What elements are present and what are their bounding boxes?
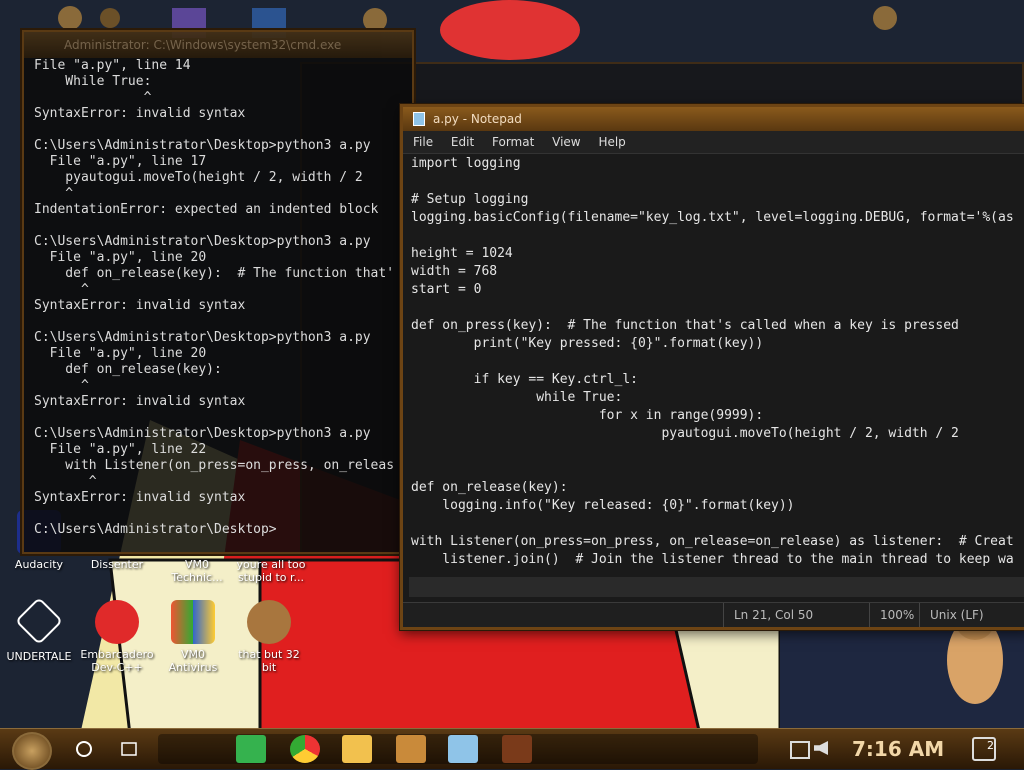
- dev-cpp-icon: [95, 600, 139, 644]
- text-editor[interactable]: import logging # Setup logging logging.b…: [411, 155, 1024, 567]
- console-window[interactable]: Administrator: C:\Windows\system32\cmd.e…: [22, 30, 414, 554]
- photos-icon[interactable]: [396, 735, 426, 763]
- notepad-menubar: File Edit Format View Help: [403, 131, 1024, 154]
- circle-icon: [76, 741, 92, 757]
- shield-icon: [171, 600, 215, 644]
- notification-icon[interactable]: 2: [972, 737, 996, 761]
- desktop-icon-label: Embarcadero Dev-C++: [80, 648, 154, 674]
- desktop-icon-undertale[interactable]: UNDERTALE: [2, 596, 76, 663]
- menu-help[interactable]: Help: [598, 135, 625, 149]
- notepad-icon: [413, 112, 425, 126]
- network-icon[interactable]: [790, 741, 810, 759]
- desktop-icon-that-but-32-bit[interactable]: that but 32 bit: [232, 600, 306, 674]
- notification-count: 2: [987, 739, 994, 752]
- desktop-icon-label: VM0 Antivirus: [168, 648, 218, 674]
- start-button[interactable]: [12, 732, 52, 770]
- file-explorer-icon[interactable]: [342, 735, 372, 763]
- desktop-icon-label: VM0 Technic...: [171, 558, 223, 584]
- notepad-title: a.py - Notepad: [433, 112, 522, 126]
- taskbar: 7:16 AM 2: [0, 728, 1024, 770]
- cursor-position: Ln 21, Col 50: [723, 603, 813, 627]
- horizontal-scrollbar[interactable]: [409, 577, 1024, 597]
- desktop-icon-label: that but 32 bit: [238, 648, 300, 674]
- menu-file[interactable]: File: [413, 135, 433, 149]
- chrome-icon[interactable]: [290, 735, 320, 763]
- task-view-icon: [121, 742, 137, 756]
- unity-icon: [14, 596, 64, 646]
- desktop-icon-vm0-antivirus[interactable]: VM0 Antivirus: [156, 600, 230, 674]
- desktop-icon-dev-cpp[interactable]: Embarcadero Dev-C++: [80, 600, 154, 674]
- status-bar: Ln 21, Col 50 100% Unix (LF): [403, 602, 1024, 627]
- desktop-icon-label: Dissenter: [90, 558, 144, 571]
- clock[interactable]: 7:16 AM: [852, 735, 944, 763]
- desktop-icon-label: youre all too stupid to r...: [236, 558, 306, 584]
- menu-view[interactable]: View: [552, 135, 580, 149]
- console-output[interactable]: File "a.py", line 14 While True: ^ Synta…: [34, 58, 408, 552]
- console-titlebar[interactable]: Administrator: C:\Windows\system32\cmd.e…: [24, 32, 412, 58]
- green-app-icon[interactable]: [236, 735, 266, 763]
- desktop-icon-label: Audacity: [14, 558, 64, 571]
- notepad-window[interactable]: a.py - Notepad File Edit Format View Hel…: [400, 104, 1024, 630]
- notepad-taskbar-icon[interactable]: [448, 735, 478, 763]
- menu-edit[interactable]: Edit: [451, 135, 474, 149]
- cortana-button[interactable]: [70, 735, 100, 763]
- portrait-icon: [247, 600, 291, 644]
- desktop-icon-label: UNDERTALE: [6, 650, 72, 663]
- terminal-icon[interactable]: [502, 735, 532, 763]
- volume-icon[interactable]: [814, 741, 828, 755]
- menu-format[interactable]: Format: [492, 135, 534, 149]
- task-view-button[interactable]: [114, 735, 144, 763]
- line-ending: Unix (LF): [919, 603, 984, 627]
- zoom-level: 100%: [869, 603, 914, 627]
- notepad-titlebar[interactable]: a.py - Notepad: [403, 107, 1024, 131]
